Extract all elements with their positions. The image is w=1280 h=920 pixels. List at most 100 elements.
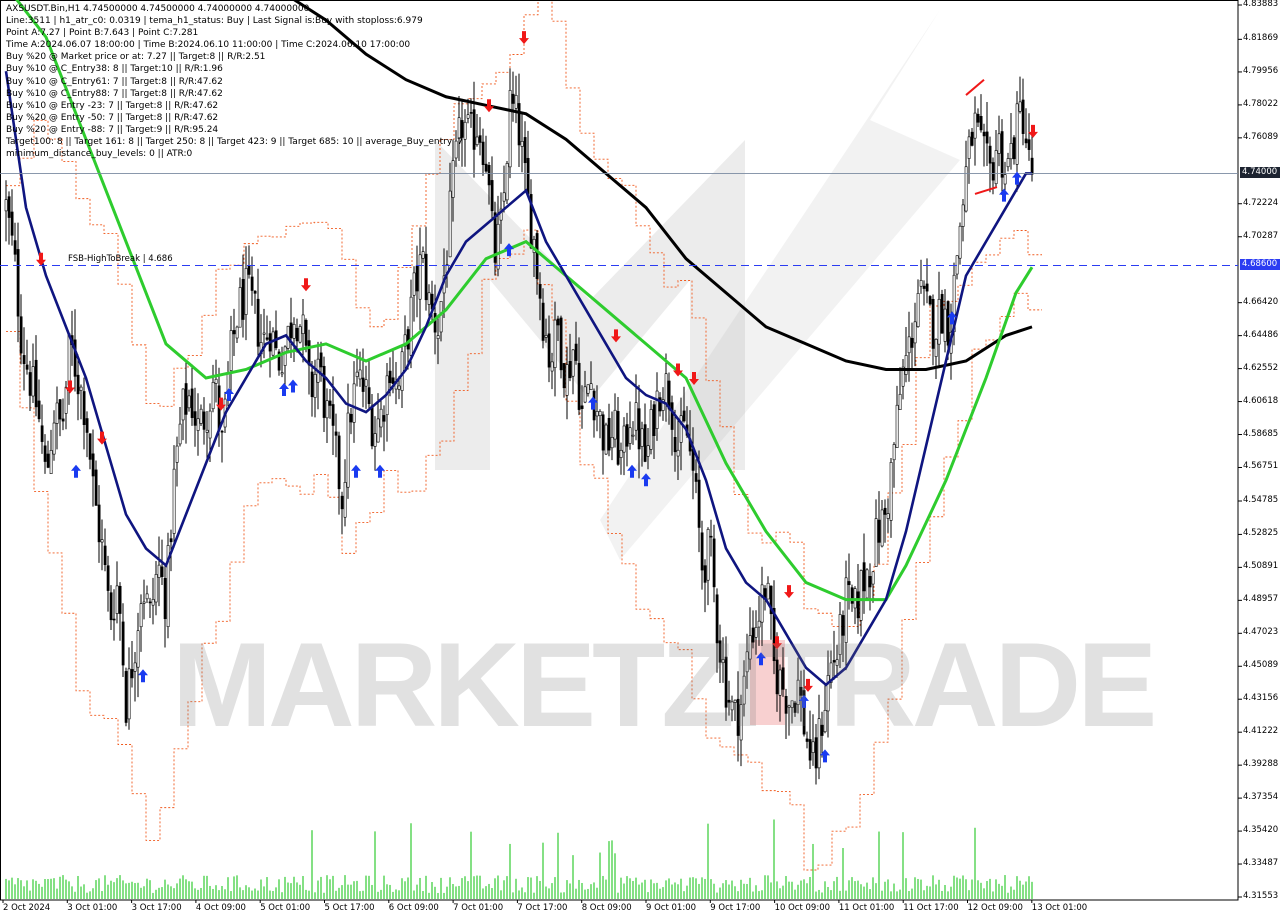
candle-body — [16, 249, 20, 317]
info-line: minimum_distance_buy_levels: 0 || ATR:0 — [6, 149, 193, 160]
price-tick-label: 4.79956 — [1243, 65, 1279, 76]
candle-body — [484, 163, 488, 172]
candle-body — [7, 196, 11, 218]
candle-body — [1009, 143, 1013, 160]
candle-body — [598, 411, 602, 416]
candle-body — [28, 372, 32, 396]
candle-body — [868, 576, 872, 588]
candle-body — [262, 332, 266, 335]
candle-body — [937, 298, 941, 345]
candle-body — [490, 180, 494, 212]
candle-body — [10, 211, 14, 236]
candle-body — [988, 145, 992, 164]
time-tick-label: 5 Oct 17:00 — [324, 903, 375, 913]
candle-body — [706, 529, 710, 581]
time-axis[interactable]: 2 Oct 2024 3 Oct 01:00 3 Oct 17:00 4 Oct 09… — [0, 900, 1238, 920]
candle-body — [694, 473, 698, 482]
candle-body — [859, 570, 863, 621]
time-tick-label: 3 Oct 01:00 — [67, 903, 118, 913]
info-line: Line:3511 | h1_atr_c0: 0.0319 | tema_h1_… — [6, 16, 423, 27]
candle-body — [295, 327, 299, 342]
current-price-tag: 4.74000 — [1240, 167, 1280, 178]
candle-body — [46, 453, 50, 468]
candle-body — [19, 316, 23, 354]
candle-body — [613, 409, 617, 440]
candle-body — [1027, 139, 1031, 150]
candle-body — [364, 379, 368, 387]
price-axis[interactable]: 4.83883 4.81869 4.79956 4.78022 4.76089 4.722… — [1238, 0, 1280, 901]
price-tick-label: 4.81869 — [1243, 33, 1279, 44]
candle-body — [67, 333, 71, 386]
candle-body — [265, 337, 269, 340]
candle-body — [538, 284, 542, 299]
candle-body — [568, 361, 572, 379]
candle-body — [946, 301, 950, 346]
info-line: AXSUSDT.Bin,H1 4.74500000 4.74500000 4.7… — [6, 4, 310, 14]
candle-body — [919, 280, 923, 287]
candle-body — [880, 509, 884, 547]
candle-body — [334, 431, 338, 436]
candle-body — [283, 346, 287, 366]
candle-body — [325, 400, 329, 419]
price-tick-label: 4.78022 — [1243, 98, 1279, 109]
candle-body — [76, 374, 80, 395]
candle-body — [232, 330, 236, 335]
candle-body — [466, 114, 470, 119]
info-line: Buy %20 @ Entry -88: 7 || Target:9 || R/… — [6, 124, 219, 135]
buy-arrow-icon — [375, 464, 385, 478]
candle-body — [601, 414, 605, 451]
candle-body — [970, 131, 974, 146]
price-tick-label: 4.58685 — [1243, 428, 1279, 439]
candle-body — [1018, 101, 1022, 112]
buy-arrow-icon — [288, 379, 298, 393]
candle-body — [451, 160, 455, 198]
candle-body — [157, 564, 161, 578]
candle-body — [496, 223, 500, 270]
price-tick-label: 4.48957 — [1243, 594, 1279, 605]
candle-body — [106, 565, 110, 591]
candle-body — [895, 404, 899, 448]
candle-body — [409, 296, 413, 356]
candle-body — [1003, 174, 1007, 185]
candle-body — [562, 363, 566, 389]
candle-body — [337, 435, 341, 490]
info-line: Time A:2024.06.07 18:00:00 | Time B:2024… — [6, 40, 411, 51]
buy-arrow-icon — [71, 464, 81, 478]
candle-body — [439, 301, 443, 333]
point-b-mark — [965, 78, 985, 96]
candle-body — [625, 424, 629, 447]
candle-body — [370, 405, 374, 447]
candle-body — [709, 535, 713, 538]
candle-body — [139, 603, 143, 628]
fsb-level-label: FSB-HighToBreak | 4.686 — [68, 254, 173, 264]
chart-area[interactable]: MARKETZITRADE AXSUSDT.Bin,H1 4.74500000 … — [0, 0, 1280, 920]
candle-body — [193, 411, 197, 426]
candle-body — [967, 136, 971, 159]
candle-body — [229, 330, 233, 371]
candle-body — [256, 298, 260, 347]
candle-body — [511, 93, 515, 104]
candle-body — [544, 335, 548, 338]
candle-body — [34, 359, 38, 408]
candle-body — [124, 671, 128, 723]
candle-body — [355, 371, 359, 377]
candle-body — [421, 251, 425, 259]
candle-body — [502, 192, 506, 202]
candle-body — [4, 199, 8, 212]
candle-body — [187, 395, 191, 409]
info-line: Buy %10 @ Entry -23: 7 || Target:8 || R/… — [6, 100, 219, 111]
candle-body — [646, 445, 650, 457]
candle-body — [1012, 137, 1016, 160]
candle-body — [520, 140, 524, 147]
candle-body — [670, 402, 674, 430]
candle-body — [616, 411, 620, 465]
candle-body — [343, 482, 347, 518]
price-tick-label: 4.41222 — [1243, 726, 1279, 737]
candle-body — [940, 294, 944, 334]
candle-body — [43, 445, 47, 462]
candle-body — [865, 569, 869, 599]
candle-body — [214, 378, 218, 384]
candle-body — [127, 668, 131, 720]
candle-body — [886, 513, 890, 519]
candle-body — [331, 404, 335, 426]
